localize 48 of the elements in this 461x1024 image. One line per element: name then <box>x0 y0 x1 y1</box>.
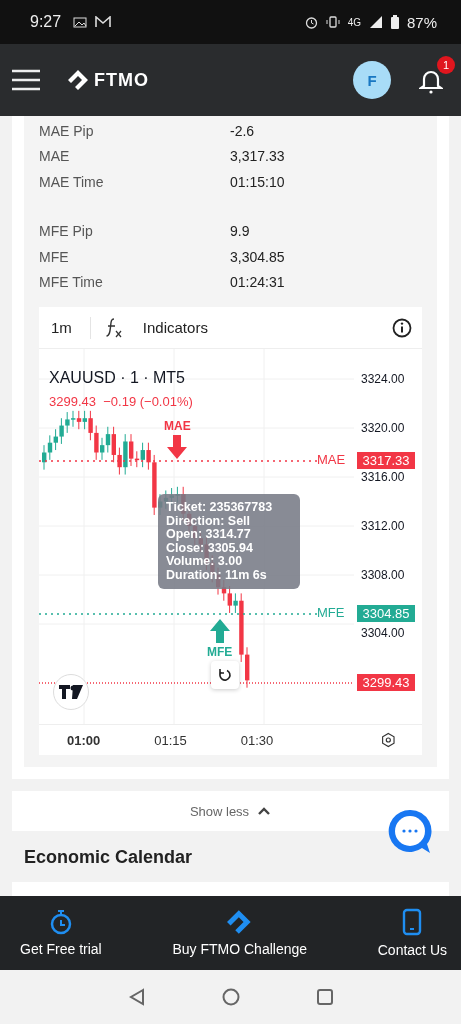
metric-value: 3,304.85 <box>230 248 285 265</box>
marker-label: MAE <box>164 419 191 433</box>
symbol-title: XAUUSD · 1 · MT5 <box>49 369 185 387</box>
marker-label: MFE <box>207 645 233 659</box>
tooltip-line: Open: 3314.77 <box>166 528 252 542</box>
metric-value: 01:15:10 <box>230 173 285 190</box>
tooltip-line: Duration: 11m 6s <box>166 568 268 582</box>
time-tick: 01:30 <box>240 732 274 748</box>
line-label: MAE <box>317 452 346 467</box>
price-tag: 3299.43 <box>357 674 415 691</box>
metric-label: MAE Pip <box>39 122 95 139</box>
price-tick: 3308.00 <box>361 568 405 582</box>
line-label: MFE <box>317 605 345 620</box>
price-tick: 3324.00 <box>361 372 405 386</box>
section-title: Economic Calendar <box>24 847 194 868</box>
tooltip-line: Direction: Sell <box>166 514 252 528</box>
tooltip-line: Volume: 3.00 <box>166 555 244 569</box>
interval-button[interactable]: 1m <box>39 315 76 340</box>
notification-badge: 1 <box>437 56 455 74</box>
nav-button[interactable]: Buy FTMO Challenge <box>172 909 308 957</box>
metric-label: MFE <box>39 248 70 265</box>
metric-value: 3,317.33 <box>230 148 285 165</box>
price-tick: 3316.00 <box>361 470 405 484</box>
metric-value: -2.6 <box>230 122 255 139</box>
time-tick: 01:00 <box>67 732 101 748</box>
metric-label: MAE Time <box>39 173 105 190</box>
quote-text: 3299.43 −0.19 (−0.01%) <box>49 394 193 409</box>
price-tag: 3304.85 <box>357 605 415 622</box>
battery-level: 87% <box>406 13 437 31</box>
tooltip-line: Ticket: 235367783 <box>166 501 274 515</box>
nav-button[interactable]: Get Free trial <box>20 909 102 957</box>
price-tick: 3320.00 <box>361 421 405 435</box>
metric-label: MAE <box>39 148 71 165</box>
logo-text[interactable]: FTMO <box>94 69 149 91</box>
nav-button[interactable]: Contact Us <box>377 908 447 958</box>
tooltip-line: Close: 3305.94 <box>166 541 254 555</box>
price-tick: 3304.00 <box>361 626 405 640</box>
show-less-button[interactable]: Show less <box>183 802 278 820</box>
price-tag: 3317.33 <box>357 452 415 469</box>
clock: 9:27 <box>30 13 62 31</box>
metric-label: MFE Time <box>39 274 104 291</box>
price-tick: 3312.00 <box>361 519 405 533</box>
metric-label: MFE Pip <box>39 223 94 240</box>
time-tick: 01:15 <box>154 732 187 748</box>
metric-value: 01:24:31 <box>230 274 285 291</box>
metric-value: 9.9 <box>230 223 250 240</box>
network-type: 4G <box>347 16 361 28</box>
indicators-button[interactable]: Indicators <box>130 315 212 340</box>
